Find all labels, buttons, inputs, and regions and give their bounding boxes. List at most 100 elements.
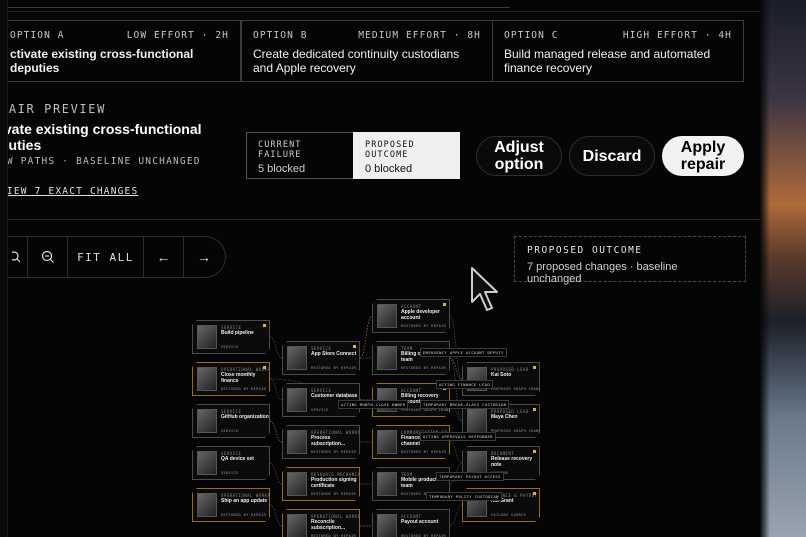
node-thumbnail: [197, 325, 217, 349]
node-status: SERVICE: [311, 408, 329, 412]
graph-edge: [449, 441, 463, 464]
graph-edge: [269, 504, 283, 527]
option-a-label: OPTION A: [10, 30, 65, 41]
option-b-description: Create dedicated continuity custodians a…: [253, 47, 460, 75]
node-thumbnail: [197, 367, 217, 391]
node-thumbnail: [287, 472, 307, 496]
node-status: PROPOSED GRAPH CHANGE: [491, 429, 544, 433]
node-thumbnail: [197, 451, 217, 475]
node-thumbnail: [287, 346, 307, 370]
option-card-a[interactable]: OPTION A LOW EFFORT · 2H ctivate existing…: [0, 20, 241, 82]
graph-edge: [449, 504, 463, 527]
node-title: Payout account: [401, 519, 439, 525]
node-thumbnail: [377, 472, 397, 496]
graph-node[interactable]: SERVICE App Store Connect RESTORED BY REPA…: [282, 341, 360, 375]
node-title: Maya Chen: [491, 414, 518, 420]
node-title: Production signing certificate: [311, 477, 357, 489]
edge-label: TEMPORARY BREAK-GLASS CUSTODIAN: [420, 400, 510, 409]
node-thumbnail: [197, 409, 217, 433]
outcome-summary-value: 7 proposed changes · baseline unchanged: [527, 261, 678, 285]
zoom-out-icon: [41, 250, 54, 263]
previous-button[interactable]: ←: [144, 237, 184, 277]
discard-button[interactable]: Discard: [569, 136, 655, 176]
option-card-b[interactable]: OPTION B MEDIUM EFFORT · 8H Create dedica…: [241, 20, 493, 82]
node-alert-marker: [533, 408, 536, 411]
next-button[interactable]: →: [184, 237, 224, 277]
option-c-effort: HIGH EFFORT · 4H: [622, 30, 732, 41]
node-status: RESTORED BY REPAIR: [311, 450, 357, 454]
node-thumbnail: [287, 430, 307, 454]
graph-node[interactable]: OPERATIONAL WORKFLOW Process subscription…: [282, 425, 360, 459]
proposed-outcome-value: 0 blocked: [365, 163, 413, 175]
node-status: RESTORED BY REPAIR: [401, 366, 447, 370]
node-status: SERVICE: [221, 345, 239, 349]
graph-edge: [269, 378, 283, 401]
graph-node[interactable]: OPERATIONAL WORKFLOW Close monthly financ…: [192, 362, 270, 396]
left-edge: [0, 0, 8, 537]
graph-node[interactable]: SERVICE Build pipeline SERVICE: [192, 320, 270, 354]
graph-node[interactable]: PROPOSED LEAD Kai Soto PROPOSED GRAPH CHAN…: [462, 362, 540, 396]
review-changes-link[interactable]: VIEW 7 EXACT CHANGES: [0, 186, 138, 197]
graph-node[interactable]: TEAMBilling operations teamRESTORED BY R…: [372, 341, 450, 375]
dependency-graph[interactable]: SERVICE Build pipeline SERVICE OPERATIONAL …: [188, 296, 548, 537]
graph-node[interactable]: OPERATIONAL WORKFLOW Reconcile subscripti…: [282, 509, 360, 537]
node-alert-marker: [533, 450, 536, 453]
edge-label: ACTING APPROVALS RESPONDER: [420, 432, 496, 441]
fit-all-button[interactable]: FIT ALL: [68, 237, 144, 277]
top-frame-line: [0, 0, 510, 8]
option-card-c[interactable]: OPTION C HIGH EFFORT · 4H Build managed r…: [492, 20, 744, 82]
repair-preview-subtitle: EW PATHS · BASELINE UNCHANGED: [0, 156, 201, 167]
apply-repair-button[interactable]: Apply repair: [662, 136, 744, 176]
node-title: GitHub organization: [221, 414, 269, 420]
node-status: RESTORED BY REPAIR: [401, 324, 447, 328]
node-status: RESTORED BY REPAIR: [221, 387, 267, 391]
mouse-pointer-icon: [471, 267, 498, 311]
graph-node[interactable]: ACCOUNT Payout account RESTORED BY REPAIR: [372, 509, 450, 537]
graph-edge: [269, 462, 283, 485]
current-failure-box: CURRENT FAILURE 5 blocked: [246, 132, 354, 179]
top-divider: [0, 11, 760, 12]
option-c-description: Build managed release and automated fina…: [504, 47, 711, 75]
graph-edge: [269, 420, 283, 443]
node-title: Release recovery note: [491, 456, 533, 468]
option-c-label: OPTION C: [504, 30, 559, 41]
node-thumbnail: [197, 493, 217, 517]
graph-edge: [359, 315, 373, 359]
option-a-effort: LOW EFFORT · 2H: [126, 30, 229, 41]
graph-node[interactable]: COMMUNICATION CH.Finance approvals chann…: [372, 425, 450, 459]
node-status: RESTORED BY REPAIR: [311, 492, 357, 496]
proposed-outcome-label: PROPOSED OUTCOME: [365, 140, 415, 160]
repair-preview-label: PAIR PREVIEW: [0, 102, 106, 116]
app-window: OPTION A LOW EFFORT · 2H ctivate existing…: [0, 0, 806, 537]
outcome-summary-label: PROPOSED OUTCOME: [527, 245, 643, 256]
node-title: App Store Connect: [311, 351, 357, 357]
node-title: Customer database: [311, 393, 358, 399]
node-alert-marker: [353, 345, 356, 348]
graph-edge: [269, 336, 283, 359]
edge-label: TEMPORARY POLICY CUSTODIAN: [426, 492, 502, 501]
node-title: Close monthly finance: [221, 372, 256, 384]
graph-node[interactable]: ACCOUNT Apple developer account RESTORED B…: [372, 299, 450, 333]
desktop-wallpaper: [760, 0, 806, 537]
node-thumbnail: [377, 304, 397, 328]
graph-node[interactable]: RESOURCE MECHANISM Production signing cer…: [282, 467, 360, 501]
node-thumbnail: [467, 409, 487, 433]
node-status: RESTORED BY REPAIR: [401, 450, 447, 454]
graph-node[interactable]: OPERATIONAL WORKFLOW Ship an app update RE…: [192, 488, 270, 522]
node-status: SERVICE: [221, 429, 239, 433]
graph-node[interactable]: SERVICE GitHub organization SERVICE: [192, 404, 270, 438]
proposed-outcome-summary: PROPOSED OUTCOME 7 proposed changes · ba…: [514, 236, 746, 285]
adjust-option-button[interactable]: Adjust option: [476, 136, 562, 176]
current-failure-label: CURRENT FAILURE: [258, 140, 302, 160]
zoom-in-icon: [11, 251, 20, 263]
graph-node[interactable]: SERVICE QA device set SERVICE: [192, 446, 270, 480]
option-b-effort: MEDIUM EFFORT · 8H: [358, 30, 481, 41]
zoom-out-button[interactable]: [28, 237, 68, 277]
node-alert-marker: [263, 366, 266, 369]
node-title: QA device set: [221, 456, 254, 462]
node-alert-marker: [533, 492, 536, 495]
repair-preview-title: ivate existing cross-functional puties: [0, 121, 202, 153]
node-alert-marker: [533, 366, 536, 369]
node-title: Process subscription...: [311, 435, 346, 447]
zoom-in-button[interactable]: [8, 237, 28, 277]
